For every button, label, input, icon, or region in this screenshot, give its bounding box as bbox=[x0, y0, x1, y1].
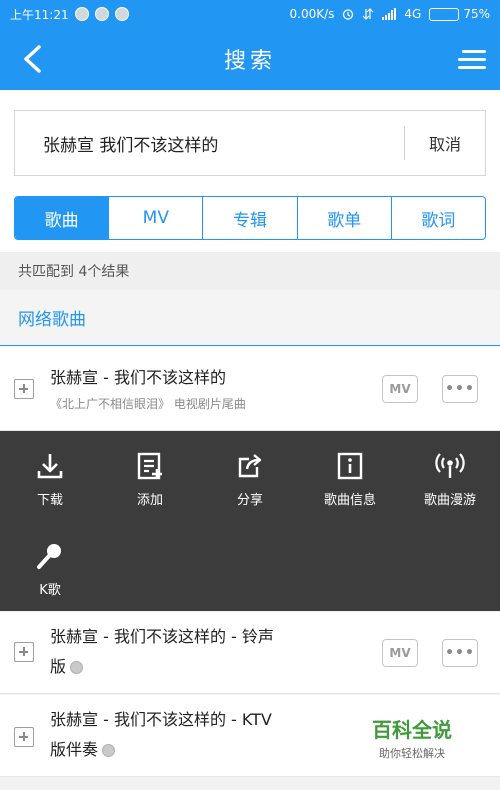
battery-icon bbox=[429, 7, 460, 21]
list-item[interactable]: 张赫宣 - 我们不该这样的 - 铃声 版 MV ••• bbox=[0, 612, 500, 694]
karaoke-action[interactable]: K歌 bbox=[0, 541, 100, 598]
tabs-area: 歌曲 MV 专辑 歌单 歌词 bbox=[0, 190, 500, 252]
song-title-line: 版伴奏 bbox=[50, 735, 272, 765]
broadcast-icon bbox=[435, 453, 465, 478]
online-source-icon bbox=[70, 661, 84, 674]
menu-button[interactable] bbox=[452, 42, 486, 76]
battery-indicator: 75% bbox=[429, 7, 490, 21]
online-source-icon bbox=[102, 744, 116, 757]
match-count: 共匹配到 4个结果 bbox=[0, 252, 500, 290]
watermark-subtitle: 助你轻松解决 bbox=[379, 747, 445, 760]
microphone-icon bbox=[37, 544, 61, 569]
karaoke-label: K歌 bbox=[39, 583, 61, 598]
list-item[interactable]: 张赫宣 - 我们不该这样的 《北上广不相信眼泪》 电视剧片尾曲 MV ••• bbox=[0, 347, 500, 431]
search-area: 取消 bbox=[0, 90, 500, 190]
song-title: 张赫宣 - 我们不该这样的 - KTV 版伴奏 bbox=[50, 705, 272, 765]
signal-icon bbox=[382, 8, 397, 20]
download-label: 下载 bbox=[36, 493, 63, 508]
share-label: 分享 bbox=[236, 493, 263, 508]
song-title-line: 版 bbox=[50, 652, 274, 682]
page-title: 搜索 bbox=[223, 49, 276, 74]
search-input[interactable] bbox=[15, 111, 404, 175]
song-roaming-label: 歌曲漫游 bbox=[423, 493, 476, 508]
add-icon[interactable] bbox=[14, 642, 34, 662]
add-icon[interactable] bbox=[14, 727, 34, 747]
tab-mv[interactable]: MV bbox=[109, 197, 204, 239]
alarm-icon bbox=[343, 9, 354, 20]
add-icon[interactable] bbox=[14, 379, 34, 399]
tab-playlists[interactable]: 歌单 bbox=[298, 197, 392, 239]
search-box: 取消 bbox=[14, 110, 486, 176]
song-roaming-action[interactable]: 歌曲漫游 bbox=[400, 451, 500, 508]
download-action[interactable]: 下载 bbox=[0, 451, 100, 508]
notification-avatar-icon bbox=[94, 7, 109, 21]
battery-percent: 75% bbox=[463, 7, 490, 21]
back-arrow-icon bbox=[24, 45, 41, 73]
watermark-title: 百科全说 bbox=[372, 718, 452, 742]
network-type: 4G bbox=[404, 7, 422, 21]
back-button[interactable] bbox=[14, 40, 50, 78]
section-title: 网络歌曲 bbox=[0, 290, 500, 346]
info-icon bbox=[337, 452, 363, 480]
data-transfer-icon bbox=[362, 8, 374, 20]
tab-albums[interactable]: 专辑 bbox=[203, 197, 298, 239]
mv-button[interactable]: MV bbox=[382, 375, 418, 403]
song-title: 张赫宣 - 我们不该这样的 bbox=[50, 368, 226, 387]
search-tabs: 歌曲 MV 专辑 歌单 歌词 bbox=[14, 196, 486, 240]
add-action[interactable]: 添加 bbox=[100, 451, 200, 508]
menu-icon bbox=[462, 49, 486, 53]
more-button[interactable]: ••• bbox=[442, 639, 478, 667]
share-icon bbox=[238, 454, 262, 478]
song-title-line: 张赫宣 - 我们不该这样的 - KTV bbox=[50, 710, 272, 729]
status-time: 上午11:21 bbox=[10, 7, 69, 22]
more-button[interactable]: ••• bbox=[442, 375, 478, 403]
tab-lyrics[interactable]: 歌词 bbox=[392, 197, 485, 239]
cancel-button[interactable]: 取消 bbox=[405, 131, 485, 155]
download-icon bbox=[37, 454, 63, 479]
tab-songs[interactable]: 歌曲 bbox=[15, 197, 110, 239]
song-title-line: 张赫宣 - 我们不该这样的 - 铃声 bbox=[50, 627, 274, 646]
notification-avatar-icon bbox=[114, 7, 129, 21]
mv-button[interactable]: MV bbox=[382, 639, 418, 667]
song-info-label: 歌曲信息 bbox=[323, 493, 376, 508]
song-info-action[interactable]: 歌曲信息 bbox=[300, 451, 400, 508]
song-title: 张赫宣 - 我们不该这样的 - 铃声 版 bbox=[50, 622, 274, 682]
status-bar: 上午11:21 0.00K/s 4G 75% bbox=[0, 0, 500, 28]
net-speed: 0.00K/s bbox=[289, 7, 335, 21]
notification-avatar-icon bbox=[74, 7, 89, 21]
song-action-panel: 下载 添加 分享 歌曲信息 歌曲漫游 K歌 bbox=[0, 431, 500, 611]
watermark-logo: 百科全说 助你轻松解决 bbox=[362, 714, 462, 761]
share-action[interactable]: 分享 bbox=[200, 451, 300, 508]
song-subtitle: 《北上广不相信眼泪》 电视剧片尾曲 bbox=[50, 397, 246, 411]
title-bar: 搜索 bbox=[0, 28, 500, 90]
add-to-list-icon bbox=[137, 452, 162, 480]
add-label: 添加 bbox=[136, 493, 163, 508]
